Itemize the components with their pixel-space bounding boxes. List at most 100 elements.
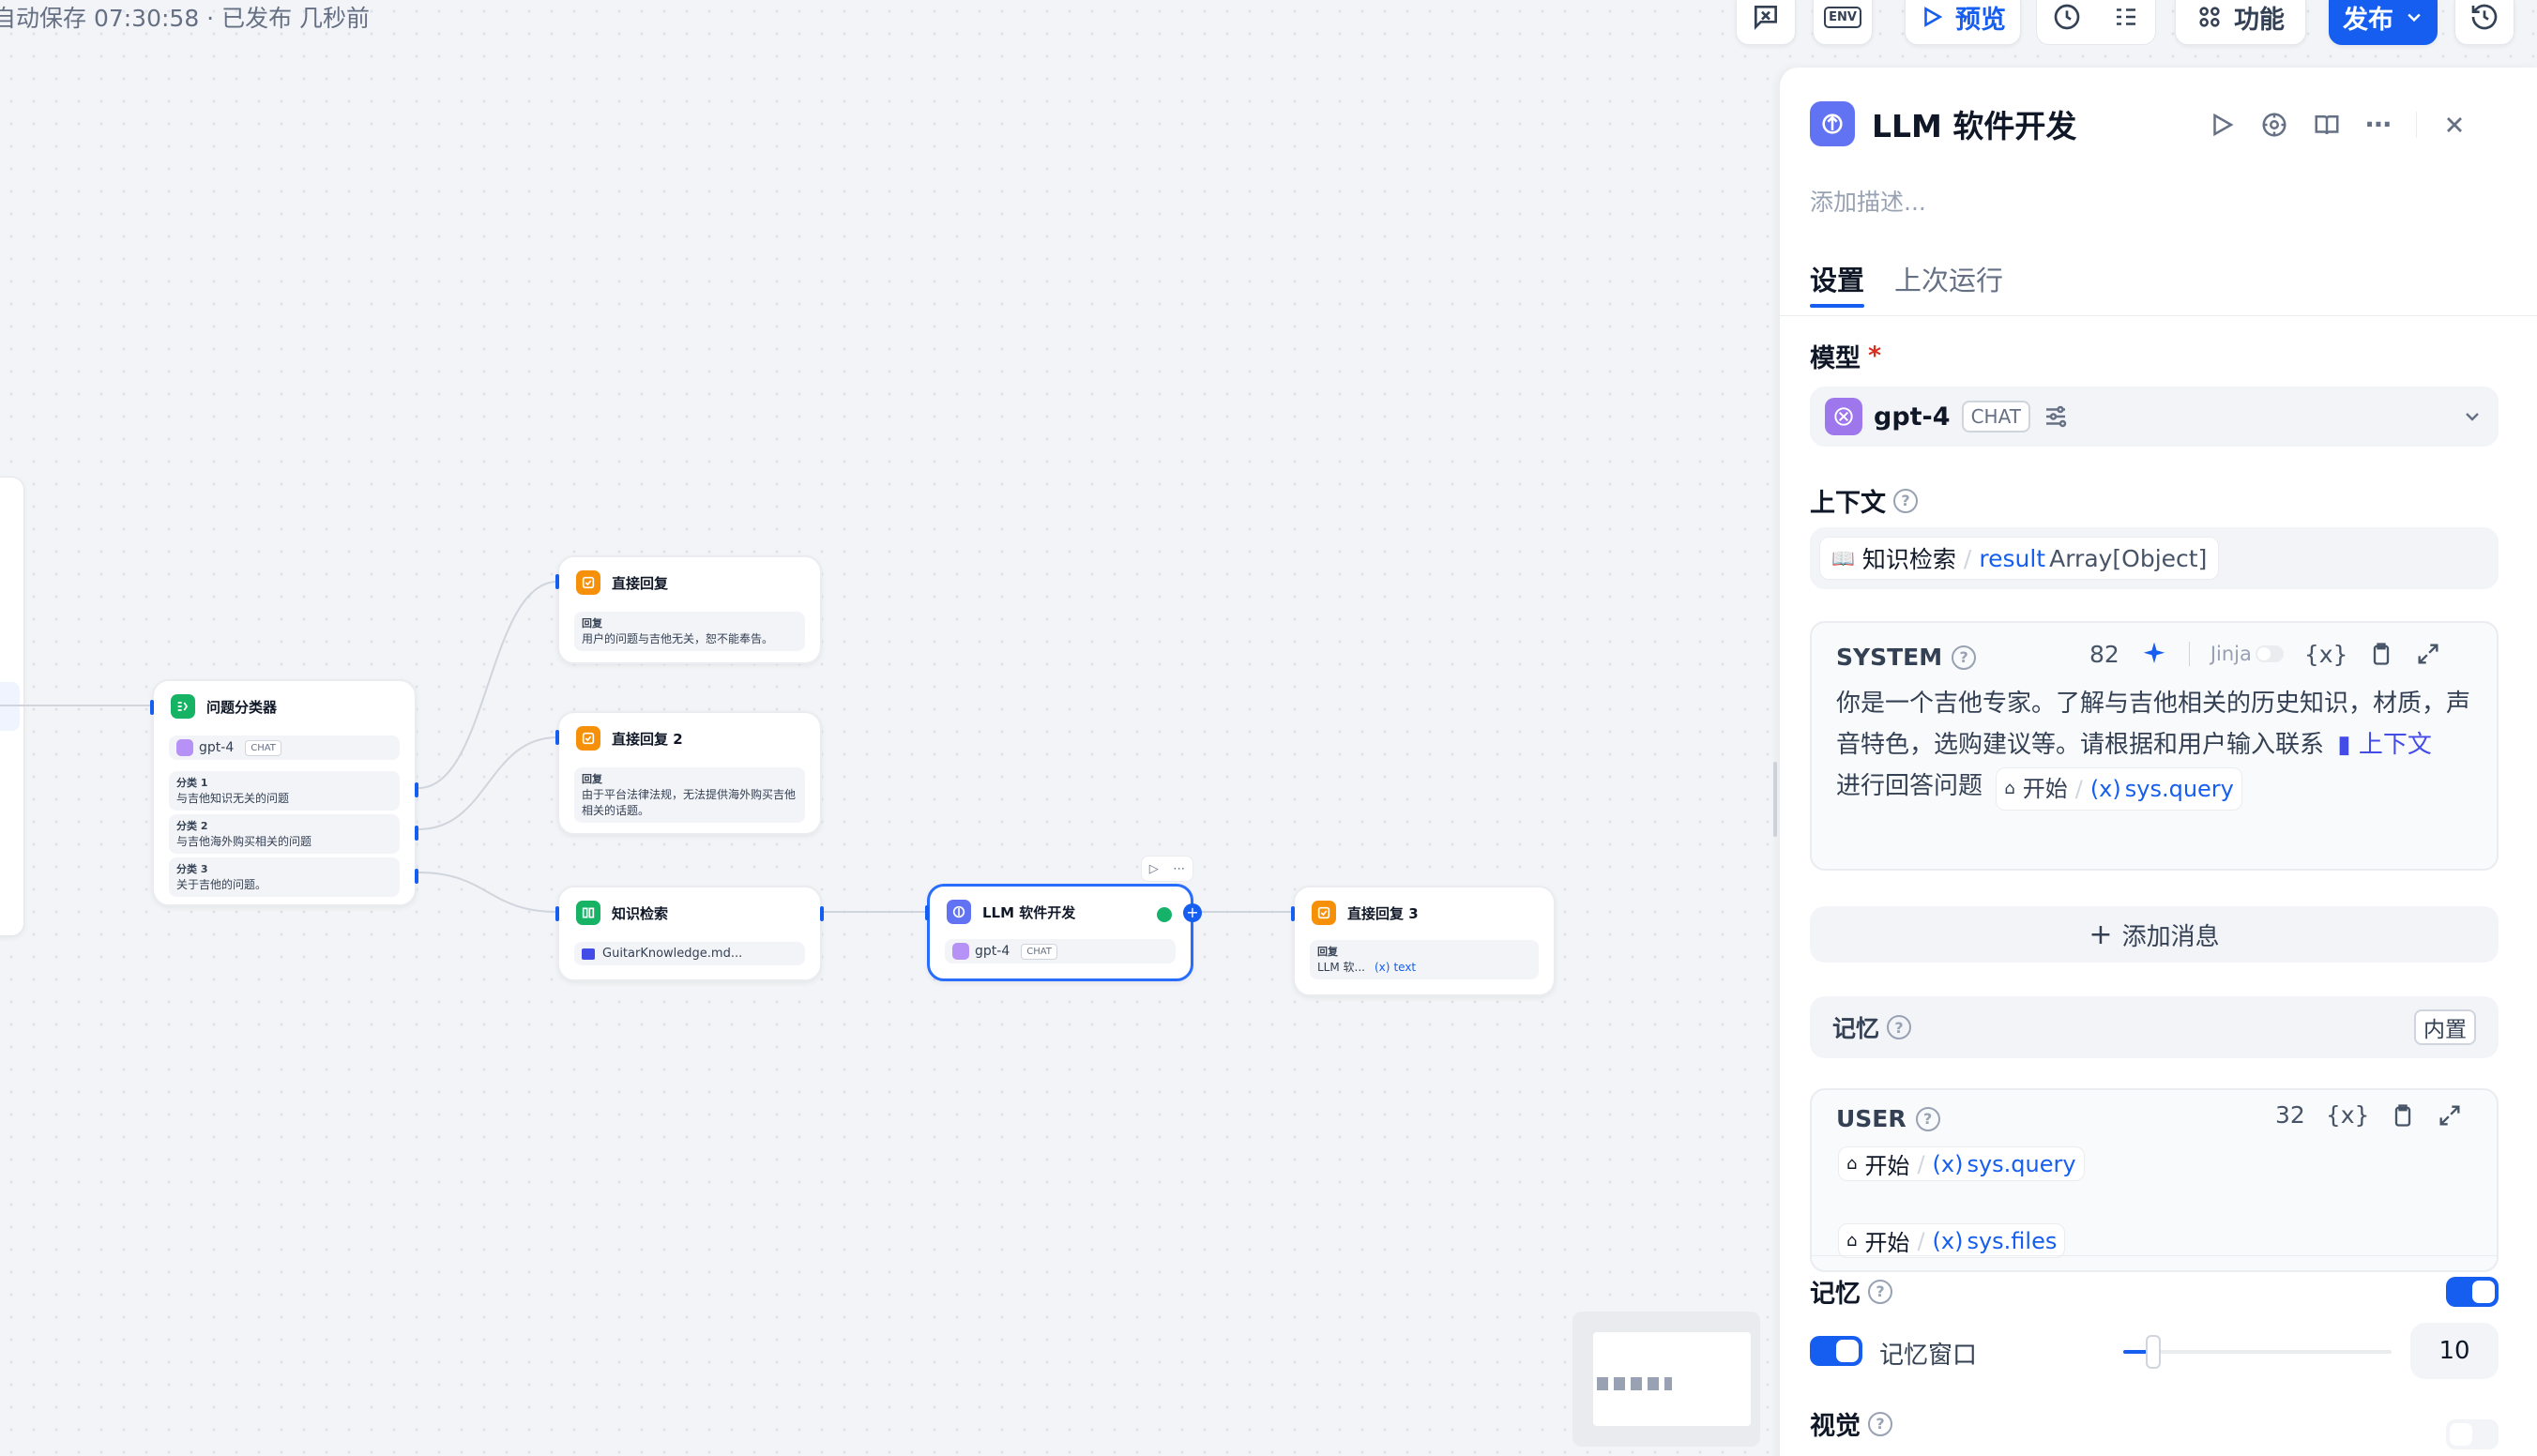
llm-model: gpt-4 CHAT bbox=[945, 939, 1176, 963]
feedback-button[interactable] bbox=[1736, 0, 1796, 45]
system-prompt-text[interactable]: 你是一个吉他专家。了解与吉他相关的历史知识，材质，声音特色，选购建议等。请根据和… bbox=[1836, 683, 2484, 811]
node-settings-panel: LLM 软件开发 ⋯ 添加描述... 设置 上次运行 模型 * gpt-4 CHA… bbox=[1779, 68, 2537, 1456]
query-var: ⌂ 开始 / (x) sys.query bbox=[1838, 1146, 2085, 1181]
copy-icon[interactable] bbox=[2368, 641, 2394, 667]
env-icon: ENV bbox=[1824, 6, 1861, 28]
input-handle[interactable] bbox=[1291, 906, 1295, 921]
preview-button[interactable]: 预览 bbox=[1905, 0, 2021, 45]
node-knowledge-retrieval[interactable]: 知识检索 GuitarKnowledge.md... bbox=[555, 886, 824, 981]
run-node-icon[interactable]: ▷ bbox=[1149, 862, 1159, 876]
expand-icon[interactable] bbox=[2415, 641, 2441, 667]
history-icon bbox=[2469, 2, 2499, 32]
node-answer-1[interactable]: 直接回复 回复 用户的问题与吉他无关，恕不能奉告。 bbox=[555, 555, 822, 664]
input-handle[interactable] bbox=[150, 700, 154, 715]
input-handle[interactable] bbox=[925, 905, 929, 920]
help-icon[interactable]: ? bbox=[1915, 1106, 1940, 1131]
chat-check-icon bbox=[1751, 2, 1781, 32]
memory-window-slider[interactable] bbox=[2123, 1335, 2392, 1369]
panel-tabs: 设置 上次运行 bbox=[1810, 259, 2003, 308]
node-question-classifier[interactable]: 问题分类器 gpt-4 CHAT 分类 1 与吉他知识无关的问题 分类 2 与吉他海外… bbox=[150, 679, 418, 906]
play-icon bbox=[1920, 5, 1944, 29]
features-button[interactable]: 功能 bbox=[2175, 0, 2306, 45]
token-count: 32 bbox=[2275, 1101, 2305, 1129]
copy-icon[interactable] bbox=[2390, 1102, 2416, 1129]
memory-toggle[interactable] bbox=[2446, 1277, 2499, 1307]
node-llm[interactable]: LLM 软件开发 gpt-4 CHAT + bbox=[925, 884, 1202, 981]
openai-icon bbox=[1825, 398, 1862, 435]
openai-icon bbox=[952, 943, 969, 960]
context-label: 上下文? bbox=[1810, 482, 1918, 519]
publish-button[interactable]: 发布 bbox=[2329, 0, 2438, 45]
node-title: 问题分类器 bbox=[206, 698, 278, 716]
class-item-3: 分类 3 关于吉他的问题。 bbox=[169, 857, 400, 897]
panel-header: LLM 软件开发 bbox=[1810, 101, 2076, 146]
class-item-1: 分类 1 与吉他知识无关的问题 bbox=[169, 771, 400, 811]
openai-icon bbox=[176, 739, 193, 756]
add-message-button[interactable]: + 添加消息 bbox=[1810, 906, 2499, 963]
panel-title[interactable]: LLM 软件开发 bbox=[1872, 101, 2076, 146]
book-icon[interactable] bbox=[2313, 111, 2341, 139]
output-handle[interactable] bbox=[820, 906, 824, 921]
answer-icon bbox=[576, 570, 600, 595]
context-selector[interactable]: 📖 知识检索 / result Array[Object] bbox=[1810, 527, 2499, 589]
minimap[interactable] bbox=[1572, 1312, 1760, 1447]
more-icon[interactable]: ⋯ bbox=[2365, 109, 2392, 140]
input-handle[interactable] bbox=[555, 574, 559, 589]
run-history-icon[interactable] bbox=[2052, 2, 2082, 32]
chevron-down-icon bbox=[2405, 8, 2423, 26]
help-icon[interactable]: ? bbox=[1868, 1279, 1892, 1304]
memory-block: 记忆? 内置 bbox=[1810, 996, 2499, 1058]
answer-content: 回复 用户的问题与吉他无关，恕不能奉告。 bbox=[574, 612, 805, 651]
close-icon[interactable] bbox=[2441, 112, 2468, 138]
output-handle-1[interactable] bbox=[415, 782, 418, 797]
node-answer-2[interactable]: 直接回复 2 回复 由于平台法律法规，无法提供海外购买吉他相关的话题。 bbox=[555, 711, 822, 835]
home-icon: ⌂ bbox=[1846, 1154, 1858, 1174]
tab-settings[interactable]: 设置 bbox=[1810, 259, 1865, 308]
classifier-model: gpt-4 CHAT bbox=[169, 736, 400, 760]
sparkle-icon[interactable] bbox=[2140, 640, 2168, 668]
node-answer-3[interactable]: 直接回复 3 回复 LLM 软... (x) text bbox=[1291, 886, 1556, 996]
description-input[interactable]: 添加描述... bbox=[1810, 184, 1926, 218]
help-icon[interactable]: ? bbox=[1952, 645, 1977, 670]
success-check-icon bbox=[1157, 907, 1172, 922]
checklist-icon[interactable] bbox=[2112, 3, 2140, 31]
memory-window-input[interactable]: 10 bbox=[2410, 1323, 2499, 1379]
settings-sliders-icon[interactable] bbox=[2042, 402, 2070, 431]
node-actions: ▷ ⋯ bbox=[1141, 856, 1193, 882]
slider-thumb[interactable] bbox=[2146, 1335, 2161, 1369]
query-var: ⌂ 开始 / (x) sys.query bbox=[1996, 767, 2242, 811]
input-handle[interactable] bbox=[555, 906, 559, 921]
target-icon[interactable] bbox=[2260, 111, 2288, 139]
builtin-badge: 内置 bbox=[2414, 1009, 2476, 1045]
more-icon[interactable]: ⋯ bbox=[1173, 862, 1185, 876]
add-next-node-icon[interactable]: + bbox=[1183, 903, 1202, 922]
panel-resize-handle[interactable] bbox=[1773, 762, 1777, 837]
book-icon: 📖 bbox=[1831, 547, 1855, 569]
model-label: 模型 * bbox=[1810, 341, 1882, 373]
node-title: LLM 软件开发 bbox=[982, 903, 1076, 921]
input-handle[interactable] bbox=[555, 730, 559, 745]
expand-icon[interactable] bbox=[2437, 1102, 2463, 1129]
help-icon[interactable]: ? bbox=[1887, 1015, 1912, 1039]
jinja-toggle[interactable]: Jinja bbox=[2210, 643, 2284, 665]
output-handle-2[interactable] bbox=[415, 826, 418, 841]
run-icon[interactable] bbox=[2208, 111, 2236, 139]
llm-icon bbox=[1810, 101, 1855, 146]
plus-icon: + bbox=[2089, 918, 2113, 951]
help-icon[interactable]: ? bbox=[1868, 1411, 1892, 1436]
tab-last-run[interactable]: 上次运行 bbox=[1894, 259, 2003, 298]
env-button[interactable]: ENV bbox=[1813, 0, 1873, 45]
output-handle-3[interactable] bbox=[415, 869, 418, 884]
model-selector[interactable]: gpt-4 CHAT bbox=[1810, 387, 2499, 447]
variable-insert-icon[interactable]: {x} bbox=[2304, 641, 2348, 668]
folder-icon bbox=[582, 948, 595, 960]
panel-header-actions: ⋯ bbox=[2208, 109, 2468, 140]
class-item-2: 分类 2 与吉他海外购买相关的问题 bbox=[169, 814, 400, 854]
features-grid-icon bbox=[2196, 4, 2223, 30]
variable-insert-icon[interactable]: {x} bbox=[2326, 1101, 2370, 1129]
var-ref: LLM 软... (x) text bbox=[1317, 961, 1417, 974]
help-icon[interactable]: ? bbox=[1893, 488, 1918, 513]
memory-window-toggle[interactable] bbox=[1810, 1336, 1862, 1366]
version-history-button[interactable] bbox=[2454, 0, 2514, 45]
vision-toggle[interactable] bbox=[2446, 1419, 2499, 1449]
